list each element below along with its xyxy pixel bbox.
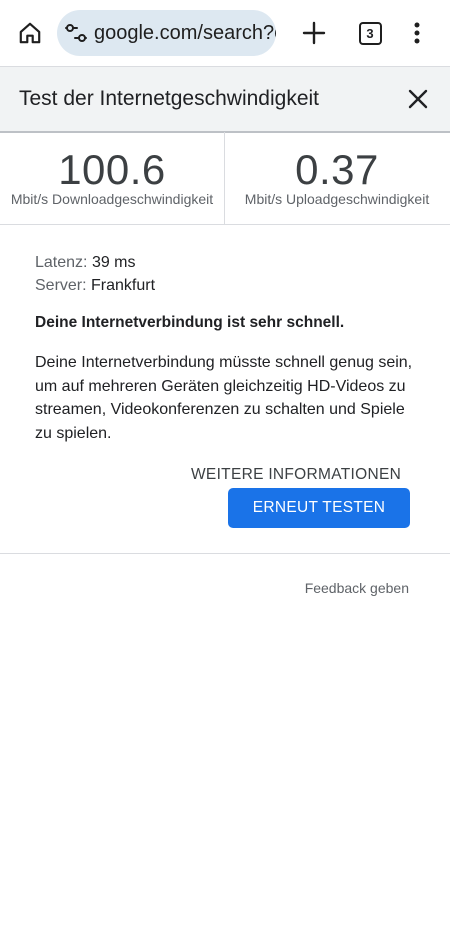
sheet-title: Test der Internetgeschwindigkeit: [19, 87, 319, 110]
tab-switcher-button[interactable]: 3: [350, 14, 390, 52]
divider: [0, 553, 450, 554]
close-icon[interactable]: [402, 83, 434, 115]
result-headline: Deine Internetverbindung ist sehr schnel…: [35, 314, 345, 331]
server-value: Frankfurt: [91, 277, 156, 294]
home-icon[interactable]: [10, 13, 50, 53]
upload-result: 0.37 Mbit/s Uploadgeschwindigkeit: [225, 132, 449, 224]
site-settings-icon[interactable]: [64, 22, 88, 44]
tab-count: 3: [358, 21, 382, 45]
latency-value: 39 ms: [91, 254, 136, 271]
retest-button[interactable]: ERNEUT TESTEN: [228, 488, 410, 528]
speedtest-header: Test der Internetgeschwindigkeit: [0, 66, 450, 133]
download-result: 100.6 Mbit/s Downloadgeschwindigkeit: [0, 132, 225, 224]
server-row: Server: Frankfurt: [35, 274, 415, 297]
server-label: Server:: [35, 277, 87, 294]
new-tab-icon[interactable]: [295, 14, 333, 52]
download-label: Mbit/s Downloadgeschwindigkeit: [10, 191, 214, 207]
browser-toolbar: google.com/search?q 3: [0, 0, 450, 66]
download-value: 100.6: [58, 146, 166, 193]
connection-details: Latenz: 39 ms Server: Frankfurt: [35, 251, 415, 297]
result-description: Deine Internetverbindung müsste schnell …: [35, 354, 413, 442]
more-menu-icon[interactable]: [400, 14, 434, 52]
latency-label: Latenz:: [35, 254, 88, 271]
feedback-link[interactable]: Feedback geben: [305, 580, 409, 596]
speed-results: 100.6 Mbit/s Downloadgeschwindigkeit 0.3…: [0, 132, 450, 225]
latency-row: Latenz: 39 ms: [35, 251, 415, 274]
upload-value: 0.37: [295, 146, 379, 193]
upload-label: Mbit/s Uploadgeschwindigkeit: [244, 191, 430, 207]
url-text[interactable]: google.com/search?q: [94, 22, 276, 45]
more-info-link[interactable]: WEITERE INFORMATIONEN: [191, 466, 401, 484]
address-bar[interactable]: google.com/search?q: [57, 10, 276, 56]
